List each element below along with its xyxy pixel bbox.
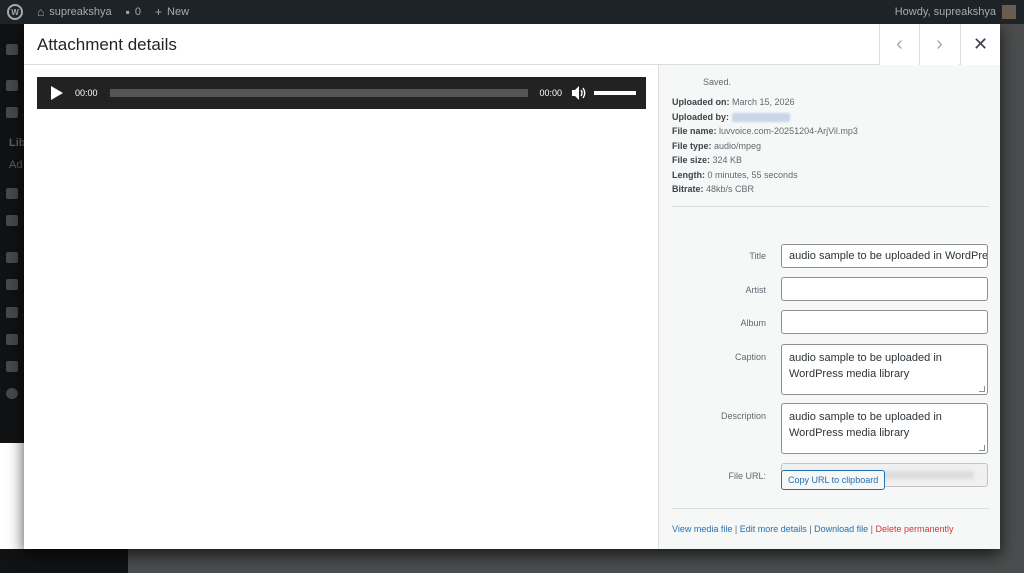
plugins-icon [6,279,18,290]
chevron-left-icon: ‹ [896,33,903,55]
file-name-row: File name: luvvoice.com-20251204-ArjVil.… [672,126,858,136]
progress-rail[interactable] [109,89,528,97]
file-details: Uploaded on: March 15, 2026 Uploaded by:… [672,95,858,197]
copy-url-button[interactable]: Copy URL to clipboard [781,470,886,490]
avatar [1002,5,1016,19]
appearance-icon [6,252,18,263]
comments-count: 0 [134,6,142,18]
my-account-menu[interactable]: Howdy, supreakshya [895,5,1024,19]
admin-sidebar: Lib Ad [0,24,26,443]
new-content-menu[interactable]: + New [148,0,196,24]
wordpress-logo-icon: W [7,4,23,20]
album-label: Album [740,318,766,328]
play-icon [51,86,63,100]
divider [672,206,989,207]
collapse-icon [6,388,18,399]
chevron-right-icon: › [936,33,943,55]
dashboard-icon [6,44,18,55]
howdy-text: Howdy, supreakshya [894,6,996,18]
description-textarea[interactable]: audio sample to be uploaded in WordPress… [781,403,988,454]
uploaded-on-row: Uploaded on: March 15, 2026 [672,97,795,107]
length-row: Length: 0 minutes, 55 seconds [672,169,798,180]
site-name: supreakshya [49,6,112,18]
current-time: 00:00 [75,88,98,98]
edit-more-details-link[interactable]: Edit more details [740,524,807,534]
users-icon [6,307,18,318]
attachment-details-modal: Attachment details ‹ › ✕ 00:00 00:00 Sav… [24,24,1000,549]
page-background [0,443,24,549]
attachment-actions: View media file | Edit more details | Do… [672,524,954,534]
modal-header: Attachment details ‹ › ✕ [24,24,1000,65]
volume-slider[interactable] [594,91,637,95]
new-label: New [167,6,190,18]
view-media-file-link[interactable]: View media file [672,524,732,534]
pages-icon [6,188,18,199]
site-name-menu[interactable]: ⌂ supreakshya [30,0,119,24]
divider [672,508,989,509]
media-icon [6,107,18,118]
sidebar-bottom [0,549,128,573]
caption-textarea[interactable]: audio sample to be uploaded in WordPress… [781,344,988,395]
audio-player: 00:00 00:00 [37,77,646,109]
bitrate-row: Bitrate: 48kb/s CBR [672,184,755,194]
sidebar-text-add: Ad [9,159,23,171]
artist-input[interactable] [781,277,988,301]
resize-handle-icon[interactable] [979,386,985,392]
caption-text: audio sample to be uploaded in WordPress… [789,352,942,380]
home-icon: ⌂ [37,5,45,19]
file-size-row: File size: 324 KB [672,155,743,165]
backdrop-right [1000,24,1024,549]
next-media-button[interactable]: › [919,24,959,65]
backdrop-bottom [128,549,1024,573]
file-type-row: File type: audio/mpeg [672,140,762,151]
download-file-link[interactable]: Download file [814,524,868,534]
file-url-label: File URL: [728,471,766,481]
play-button[interactable] [51,86,65,100]
caption-label: Caption [734,352,766,362]
delete-permanently-link[interactable]: Delete permanently [875,524,953,534]
close-icon: ✕ [972,34,989,54]
title-label: Title [749,251,766,261]
media-preview: 00:00 00:00 [24,65,658,549]
wp-logo-menu[interactable]: W [0,0,30,24]
volume-level [594,91,637,95]
tools-icon [6,334,18,345]
pin-icon [6,80,18,91]
volume-icon [572,86,586,100]
close-modal-button[interactable]: ✕ [960,24,1000,65]
description-label: Description [720,411,766,421]
admin-bar: W ⌂ supreakshya ▪ 0 + New Howdy, supreak… [0,0,1024,24]
artist-label: Artist [745,285,766,295]
comment-icon: ▪ [125,5,130,19]
album-input[interactable] [781,310,988,334]
plus-icon: + [155,5,163,19]
uploaded-by-row: Uploaded by: [672,110,858,125]
comments-menu[interactable]: ▪ 0 [119,0,148,24]
attachment-info-panel: Saved. Uploaded on: March 15, 2026 Uploa… [658,65,1000,549]
settings-icon [6,361,18,372]
description-text: audio sample to be uploaded in WordPress… [789,411,942,439]
duration-time: 00:00 [539,88,563,98]
previous-media-button[interactable]: ‹ [879,24,919,65]
saved-status: Saved. [703,77,732,87]
uploaded-by-link[interactable] [731,112,790,122]
comments-icon [6,215,18,226]
mute-button[interactable] [572,86,588,100]
title-input[interactable]: audio sample to be uploaded in WordPress… [781,244,988,268]
resize-handle-icon[interactable] [979,445,985,451]
modal-title: Attachment details [37,35,177,54]
